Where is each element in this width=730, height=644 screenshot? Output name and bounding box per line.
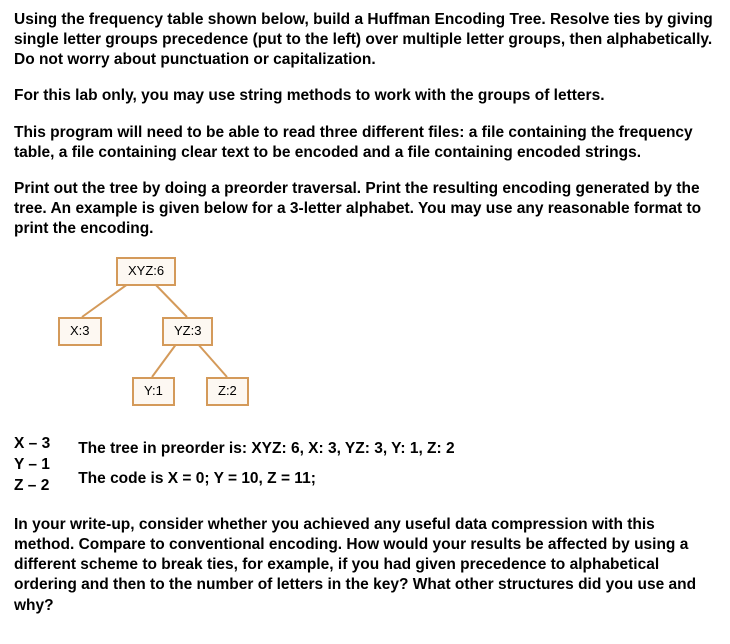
freq-x: X – 3 — [14, 434, 50, 455]
tree-node-root: XYZ:6 — [116, 257, 176, 286]
tree-node-rright: Z:2 — [206, 377, 249, 406]
paragraph-1: Using the frequency table shown below, b… — [14, 10, 716, 70]
result-code: The code is X = 0; Y = 10, Z = 11; — [78, 464, 454, 493]
paragraph-3: This program will need to be able to rea… — [14, 123, 716, 163]
results-column: The tree in preorder is: XYZ: 6, X: 3, Y… — [78, 434, 454, 493]
frequency-column: X – 3 Y – 1 Z – 2 — [14, 434, 50, 497]
frequency-and-results: X – 3 Y – 1 Z – 2 The tree in preorder i… — [14, 434, 716, 497]
result-preorder: The tree in preorder is: XYZ: 6, X: 3, Y… — [78, 434, 454, 463]
huffman-tree-diagram: XYZ:6 X:3 YZ:3 Y:1 Z:2 — [22, 255, 282, 410]
paragraph-4: Print out the tree by doing a preorder t… — [14, 179, 716, 239]
tree-node-right: YZ:3 — [162, 317, 213, 346]
freq-z: Z – 2 — [14, 476, 50, 497]
paragraph-5: In your write-up, consider whether you a… — [14, 515, 716, 616]
freq-y: Y – 1 — [14, 455, 50, 476]
tree-node-left: X:3 — [58, 317, 102, 346]
paragraph-2: For this lab only, you may use string me… — [14, 86, 716, 106]
tree-node-rleft: Y:1 — [132, 377, 175, 406]
